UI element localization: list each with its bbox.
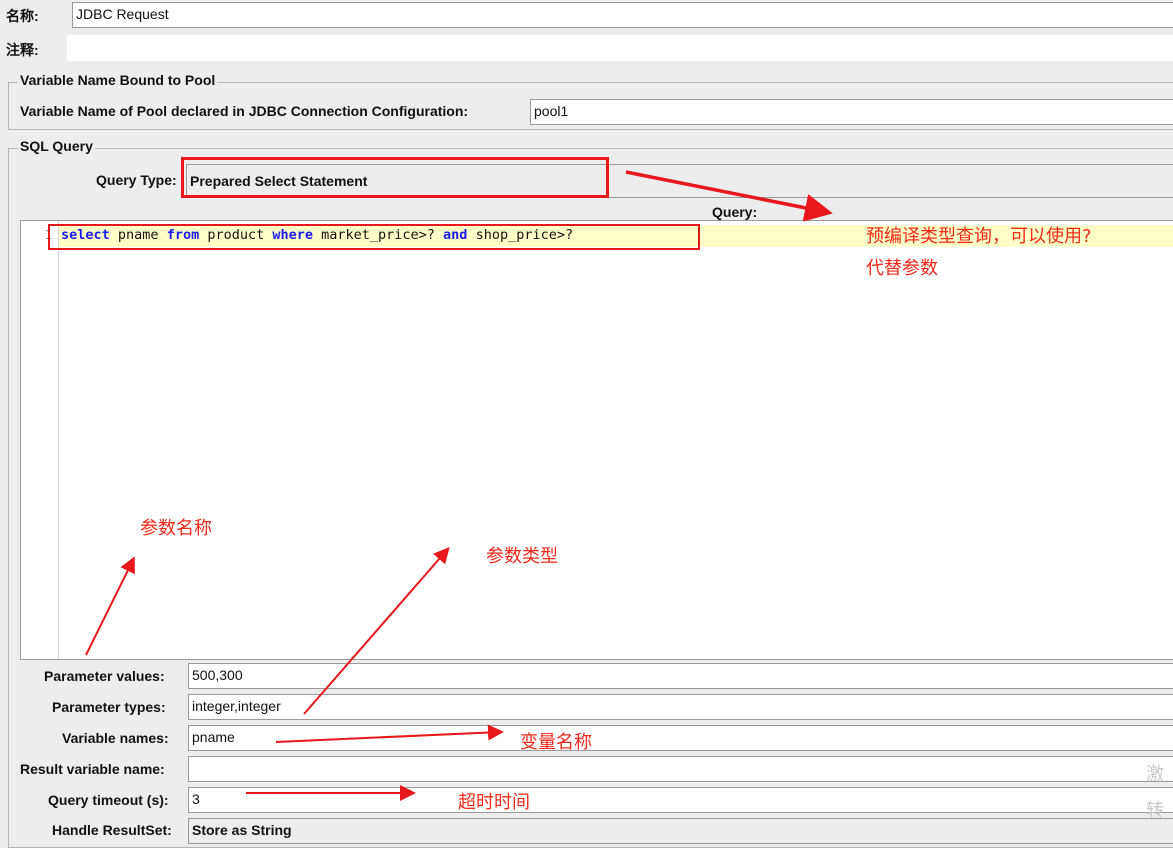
annotation-arrows: [85, 170, 833, 801]
arrow-param-name: [85, 556, 135, 656]
arrow-query-type: [625, 170, 833, 222]
arrow-param-type: [303, 546, 450, 715]
arrow-var-name: [275, 724, 504, 743]
